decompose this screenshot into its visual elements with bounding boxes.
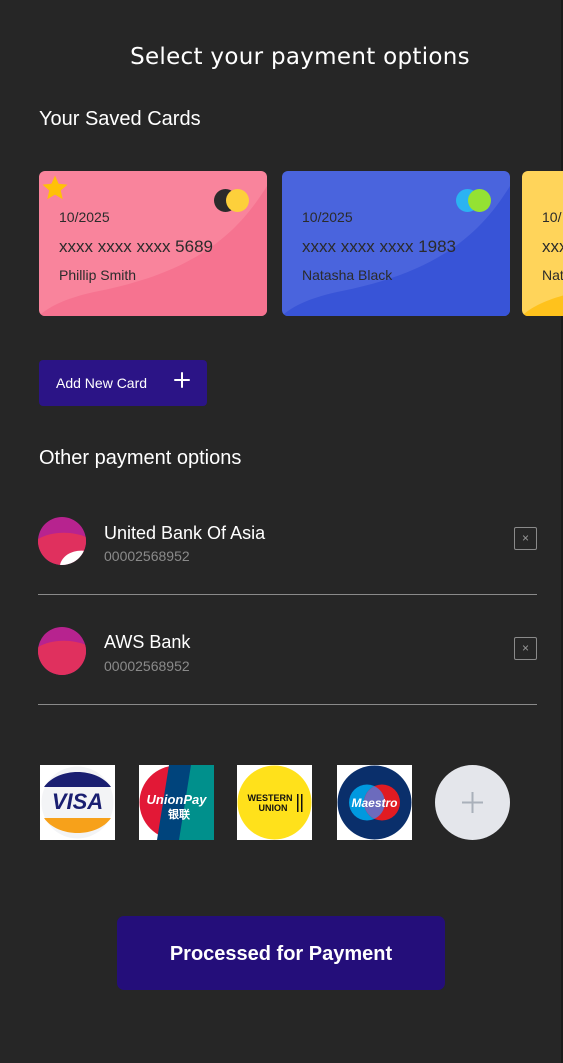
remove-bank-button[interactable]: × [514, 527, 537, 550]
card-brand-dot-right [226, 189, 249, 212]
svg-text:Maestro: Maestro [351, 796, 397, 810]
bank-name: United Bank Of Asia [104, 523, 266, 543]
svg-text:VISA: VISA [52, 789, 103, 814]
bank-name: AWS Bank [104, 632, 191, 652]
card-number: xxxx xxxx xxxx 5689 [59, 237, 213, 256]
page-title: Select your payment options [130, 44, 470, 70]
divider [38, 594, 537, 595]
card-expiry: 10/2025 [59, 209, 110, 225]
add-new-card-label: Add New Card [56, 375, 148, 391]
bank-logo-icon [38, 627, 86, 675]
plus-icon [174, 372, 190, 388]
saved-cards-carousel[interactable]: 10/2025 xxxx xxxx xxxx 5689 Phillip Smit… [39, 171, 563, 317]
add-new-card-button[interactable]: Add New Card [39, 360, 207, 406]
card-holder: Nat [542, 267, 563, 283]
card-holder: Phillip Smith [59, 267, 137, 283]
process-payment-button[interactable]: Processed for Payment [117, 916, 445, 990]
other-payment-options-title: Other payment options [39, 447, 242, 469]
saved-cards-title: Your Saved Cards [39, 108, 201, 130]
svg-text:UnionPay: UnionPay [147, 792, 208, 807]
card-holder: Natasha Black [302, 267, 393, 283]
card-expiry: 10/ [542, 209, 562, 225]
svg-text:WESTERN: WESTERN [248, 793, 293, 803]
maestro-icon[interactable]: Maestro [337, 765, 412, 840]
divider [38, 704, 537, 705]
bank-account: 00002568952 [104, 548, 190, 564]
add-payment-method-button[interactable] [435, 765, 510, 840]
saved-card-phillip[interactable]: 10/2025 xxxx xxxx xxxx 5689 Phillip Smit… [39, 171, 267, 316]
remove-bank-button[interactable]: × [514, 637, 537, 660]
favorite-star-icon[interactable] [40, 173, 70, 203]
saved-card-natasha[interactable]: 10/2025 xxxx xxxx xxxx 1983 Natasha Blac… [282, 171, 510, 316]
saved-card-third[interactable]: 10/ xxx Nat [522, 171, 563, 316]
western-union-icon[interactable]: WESTERN UNION [237, 765, 312, 840]
card-expiry: 10/2025 [302, 209, 353, 225]
plus-icon [462, 792, 483, 813]
unionpay-icon[interactable]: UnionPay 银联 [139, 765, 214, 840]
card-brand-dot-right [468, 189, 491, 212]
card-number: xxx [542, 237, 563, 256]
svg-text:UNION: UNION [259, 803, 288, 813]
process-payment-label: Processed for Payment [169, 943, 393, 965]
svg-text:银联: 银联 [168, 807, 190, 821]
card-number: xxxx xxxx xxxx 1983 [302, 237, 456, 256]
visa-icon[interactable]: VISA [40, 765, 115, 840]
bank-account: 00002568952 [104, 658, 190, 674]
bank-logo-icon [38, 517, 86, 565]
